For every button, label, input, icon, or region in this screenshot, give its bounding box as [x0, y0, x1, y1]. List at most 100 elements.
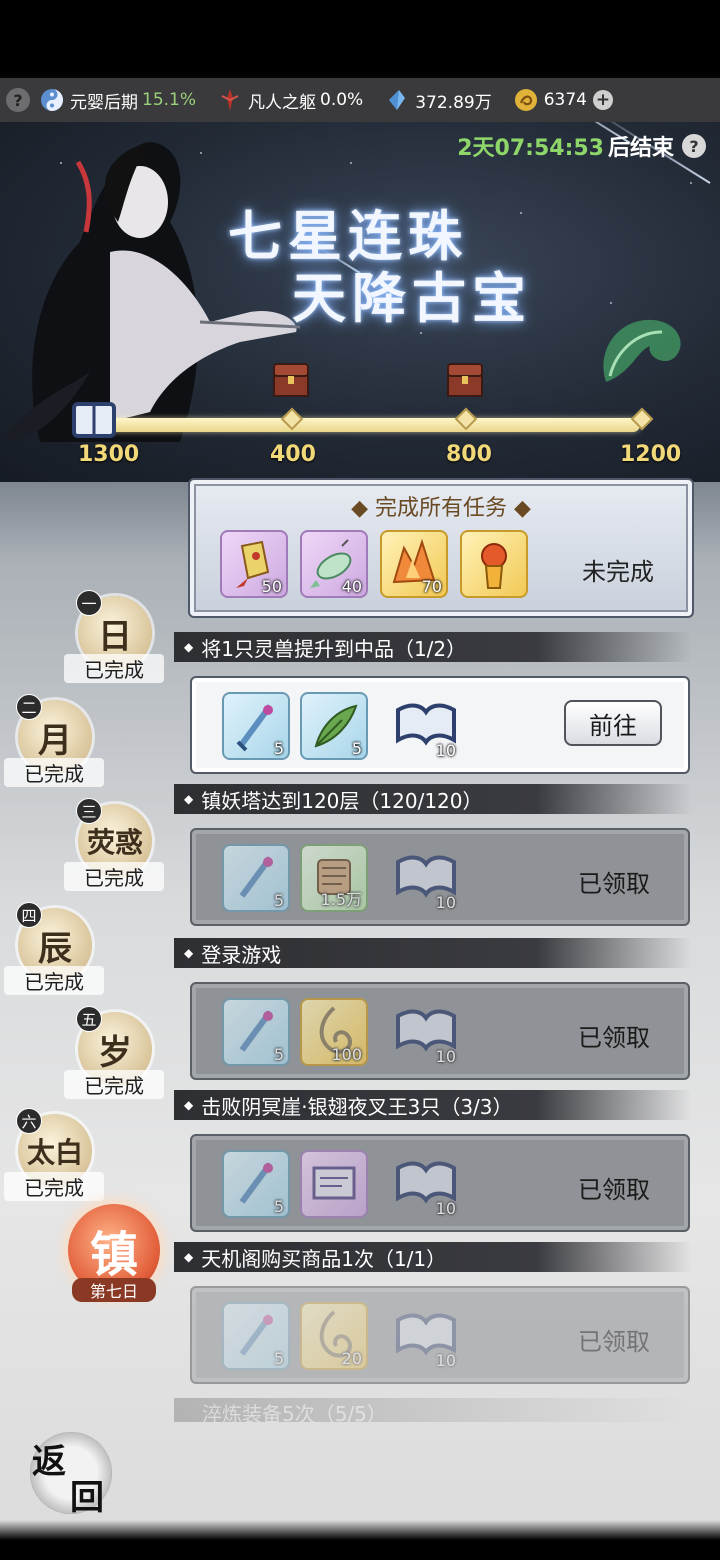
- reward-count: 5: [351, 739, 362, 758]
- reward-count: 70: [421, 577, 442, 596]
- day-2-button[interactable]: 月 二 已完成: [4, 694, 104, 787]
- day-label: 第七日: [72, 1278, 156, 1302]
- task-title-bar: 淬炼装备5次（5/5）: [174, 1398, 692, 1422]
- reward-item[interactable]: [300, 1150, 368, 1218]
- day-7-button[interactable]: 镇 第七日: [68, 1204, 160, 1302]
- day-4-button[interactable]: 辰 四 已完成: [4, 902, 104, 995]
- blade-icon: [221, 89, 239, 111]
- reward-item[interactable]: 5: [222, 844, 290, 912]
- back-label-char1: 返: [32, 1442, 66, 1482]
- day-number-badge: 五: [76, 1006, 102, 1032]
- claimed-label: 已领取: [578, 870, 650, 898]
- reward-item[interactable]: 5: [222, 1150, 290, 1218]
- reward-count: 40: [341, 577, 362, 596]
- scroll-map-icon: [312, 1166, 356, 1200]
- reward-count: 20: [341, 1349, 362, 1368]
- task-card: 5 1.5万 10 已领取: [190, 828, 690, 926]
- task-card: 5 100 10 已领取: [190, 982, 690, 1080]
- scroll-book-icon: [72, 402, 116, 438]
- reward-item[interactable]: 5: [222, 1302, 290, 1370]
- reward-count: 5: [273, 739, 284, 758]
- reward-count: 50: [261, 577, 282, 596]
- reward-item[interactable]: 10: [392, 692, 460, 760]
- task-title-bar: ◆ 天机阁购买商品1次（1/1）: [174, 1242, 692, 1272]
- cultivation-stage[interactable]: 元婴后期 15.1%: [40, 88, 196, 113]
- reward-count: 5: [273, 891, 284, 910]
- countdown-value: 2天07:54:53: [457, 136, 604, 161]
- diamond-icon: ◆: [184, 1098, 194, 1112]
- yin-yang-icon: [41, 89, 63, 111]
- reward-count: 5: [273, 1349, 284, 1368]
- reward-count: 100: [331, 1045, 362, 1064]
- reward-item[interactable]: 70: [380, 530, 448, 598]
- task-card: 5 10 已领取: [190, 1134, 690, 1232]
- reward-item[interactable]: 10: [392, 1150, 460, 1218]
- countdown-timer: 2天07:54:53 后结束 ?: [457, 130, 706, 162]
- countdown-suffix: 后结束: [607, 136, 674, 161]
- points-progress-bar: [92, 418, 640, 432]
- day-number-badge: 二: [16, 694, 42, 720]
- reward-count: 10: [435, 1199, 456, 1218]
- reward-item[interactable]: 10: [392, 844, 460, 912]
- task-title: 淬炼装备5次（5/5）: [202, 1402, 387, 1422]
- claimed-label: 已领取: [578, 1024, 650, 1052]
- diamond-icon: ◆: [184, 792, 194, 806]
- reward-item[interactable]: 100: [300, 998, 368, 1066]
- reward-count: 10: [435, 1351, 456, 1370]
- add-coin-button[interactable]: +: [592, 90, 613, 110]
- day-number-badge: 四: [16, 902, 42, 928]
- reward-item[interactable]: 1.5万: [300, 844, 368, 912]
- help-icon[interactable]: ?: [6, 88, 30, 112]
- crystal-currency[interactable]: 372.89万: [385, 88, 492, 113]
- coin-currency[interactable]: 6374 +: [514, 88, 613, 112]
- reward-item[interactable]: 10: [392, 998, 460, 1066]
- day-status: 已完成: [4, 1172, 104, 1201]
- go-button[interactable]: 前往: [564, 700, 662, 746]
- task-title-bar: ◆ 登录游戏: [174, 938, 692, 968]
- all-tasks-status: 未完成: [582, 558, 654, 586]
- reward-item[interactable]: 5: [300, 692, 368, 760]
- diamond-icon: ◆: [184, 1250, 194, 1264]
- milestone-label: 1200: [620, 442, 682, 467]
- day-status: 已完成: [64, 1070, 164, 1099]
- day-number-badge: 六: [16, 1108, 42, 1134]
- task-title-bar: ◆ 镇妖塔达到120层（120/120）: [174, 784, 692, 814]
- task-title: 天机阁购买商品1次（1/1）: [201, 1246, 447, 1271]
- day-5-button[interactable]: 岁 五 已完成: [64, 1006, 164, 1099]
- claimed-label: 已领取: [578, 1328, 650, 1356]
- day-number-badge: 三: [76, 798, 102, 824]
- reward-count: 5: [273, 1045, 284, 1064]
- day-3-button[interactable]: 荧惑 三 已完成: [64, 798, 164, 891]
- body-stage[interactable]: 凡人之躯 0.0%: [218, 88, 363, 113]
- event-title-line2: 天降古宝: [292, 266, 532, 330]
- reward-chest-icon[interactable]: [272, 362, 310, 398]
- reward-count: 10: [435, 893, 456, 912]
- task-title: 登录游戏: [201, 942, 282, 967]
- back-button[interactable]: 返 回: [30, 1432, 112, 1518]
- reward-item[interactable]: 5: [222, 692, 290, 760]
- milestone-label: 800: [446, 442, 492, 467]
- reward-item[interactable]: 40: [300, 530, 368, 598]
- reward-count: 1.5万: [320, 890, 362, 909]
- reward-item[interactable]: 10: [392, 1302, 460, 1370]
- day-status: 已完成: [4, 758, 104, 787]
- diamond-icon: ◆: [184, 640, 194, 654]
- reward-item[interactable]: 5: [222, 998, 290, 1066]
- reward-count: 10: [435, 1047, 456, 1066]
- milestone-label: 400: [270, 442, 316, 467]
- day-1-button[interactable]: 日 一 已完成: [64, 590, 164, 683]
- reward-item[interactable]: 20: [300, 1302, 368, 1370]
- reward-item[interactable]: [460, 530, 528, 598]
- star: [690, 182, 692, 184]
- help-icon[interactable]: ?: [682, 134, 706, 158]
- star: [350, 162, 352, 164]
- day-status: 已完成: [4, 966, 104, 995]
- reward-count: 10: [435, 741, 456, 760]
- star: [610, 302, 612, 304]
- reward-chest-icon[interactable]: [446, 362, 484, 398]
- task-title: 击败阴冥崖·银翅夜叉王3只（3/3）: [201, 1094, 513, 1119]
- reward-item[interactable]: 50: [220, 530, 288, 598]
- task-card: 5 20 10 已领取: [190, 1286, 690, 1384]
- stage-label: 元婴后期: [70, 92, 138, 113]
- day-6-button[interactable]: 太白 六 已完成: [4, 1108, 104, 1201]
